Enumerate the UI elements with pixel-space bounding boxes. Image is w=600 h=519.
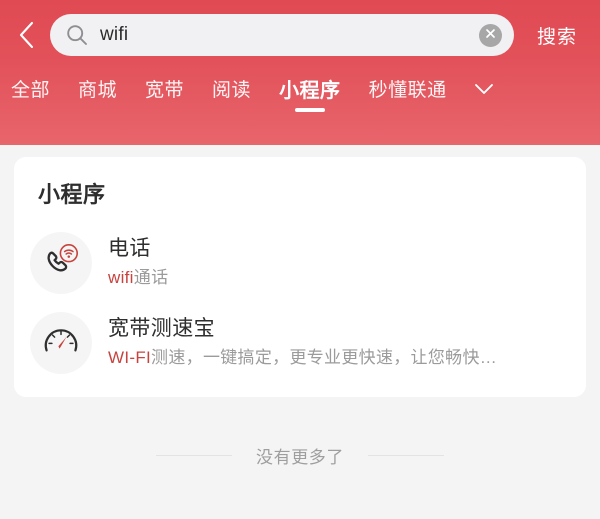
app-name: 电话 <box>108 237 151 260</box>
search-term-highlight: WI-FI <box>108 348 152 367</box>
app-description-rest: 测速，一键搞定，更专业更快速，让您畅快… <box>151 348 498 367</box>
tab-active-indicator <box>294 108 325 112</box>
app-info: 电话 wifi通话 <box>108 235 570 291</box>
close-icon <box>485 26 496 44</box>
tab-label: 小程序 <box>279 80 341 102</box>
app-icon-background <box>30 232 92 294</box>
search-field[interactable] <box>50 14 514 56</box>
app-description-rest: 通话 <box>133 268 169 287</box>
card-title: 小程序 <box>38 182 106 207</box>
app-description: wifi通话 <box>108 265 570 291</box>
tab-broadband[interactable]: 宽带 <box>145 78 184 114</box>
category-tabs: 全部 商城 宽带 阅读 小程序 秒懂联通 <box>0 70 600 130</box>
app-name: 宽带测速宝 <box>108 317 215 340</box>
search-submit-button[interactable]: 搜索 <box>514 22 600 49</box>
end-of-results-text: 没有更多了 <box>256 448 344 467</box>
back-button[interactable] <box>4 10 48 60</box>
tab-miaodong-unicom[interactable]: 秒懂联通 <box>369 78 447 114</box>
app-description: WI-FI测速，一键搞定，更专业更快速，让您畅快… <box>108 345 570 371</box>
search-term-highlight: wifi <box>108 268 134 287</box>
tab-miniprogram[interactable]: 小程序 <box>279 78 341 114</box>
end-of-results: 没有更多了 <box>14 443 586 468</box>
tab-label: 宽带 <box>145 80 185 101</box>
app-icon-background <box>30 312 92 374</box>
expand-tabs-button[interactable] <box>469 78 499 104</box>
search-results-content: 小程序 电话 wifi通话 宽带测速宝 WI-FI测速，一键搞定，更专业更快速，… <box>0 145 600 519</box>
tab-all[interactable]: 全部 <box>11 78 50 114</box>
speedometer-icon <box>41 321 81 366</box>
chevron-down-icon <box>473 82 495 101</box>
tab-reading[interactable]: 阅读 <box>212 78 251 114</box>
app-info: 宽带测速宝 WI-FI测速，一键搞定，更专业更快速，让您畅快… <box>108 315 570 371</box>
miniprogram-results-card: 小程序 电话 wifi通话 宽带测速宝 WI-FI测速，一键搞定，更专业更快速，… <box>14 157 586 397</box>
chevron-left-icon <box>16 19 36 51</box>
list-item[interactable]: 宽带测速宝 WI-FI测速，一键搞定，更专业更快速，让您畅快… <box>30 303 570 383</box>
search-input[interactable] <box>100 24 479 46</box>
divider-right <box>368 455 444 456</box>
search-icon <box>66 24 88 46</box>
tab-mall[interactable]: 商城 <box>78 78 117 114</box>
list-item[interactable]: 电话 wifi通话 <box>30 223 570 303</box>
search-bar: 搜索 <box>0 0 600 70</box>
tab-label: 全部 <box>11 80 51 101</box>
search-header: 搜索 全部 商城 宽带 阅读 小程序 秒懂联通 <box>0 0 600 145</box>
tab-label: 阅读 <box>212 80 252 101</box>
phone-wifi-icon <box>41 241 81 286</box>
clear-search-button[interactable] <box>479 23 502 47</box>
divider-left <box>156 455 232 456</box>
tab-label: 秒懂联通 <box>368 80 447 101</box>
tab-label: 商城 <box>78 80 118 101</box>
